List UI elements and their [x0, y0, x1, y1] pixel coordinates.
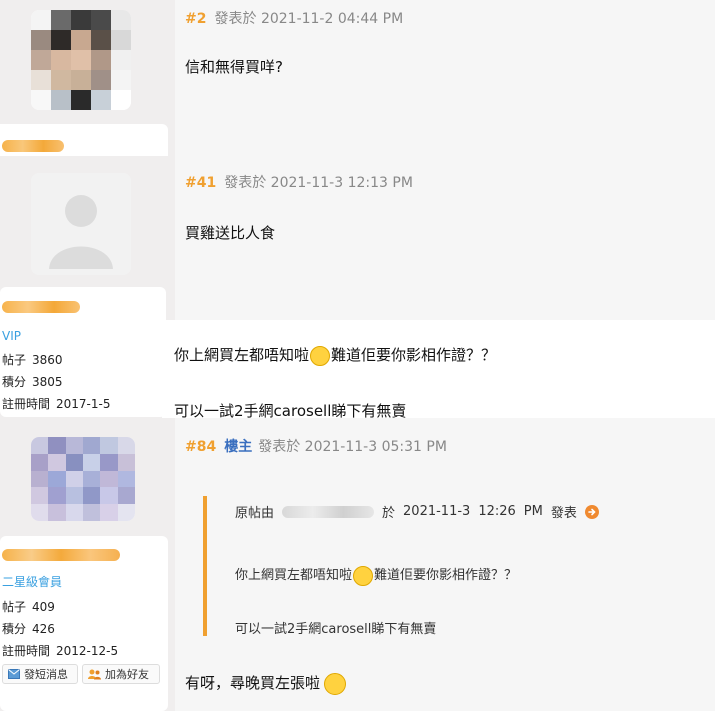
reply-content: 你上網買左都唔知啦 難道佢要你影相作證？？ 可以一試2手網carosell睇下有無… [162, 320, 715, 420]
post-number[interactable]: #2 [185, 11, 206, 27]
post-date: 2021-11-3 05:31 PM [304, 439, 447, 455]
laughing-emoji-icon [310, 345, 331, 366]
user-reg-date: 註冊時間 2017-1-5 [2, 397, 111, 411]
jump-to-post-icon[interactable] [584, 504, 599, 519]
thinking-emoji-icon [324, 672, 347, 695]
laughing-emoji-icon [353, 565, 374, 586]
quoted-username[interactable] [282, 505, 375, 518]
post: #41 發表於 2021-11-3 12:13 PM 買雞送比人食 [175, 160, 715, 320]
user-card: VIP 帖子 3860 積分 3805 註冊時間 2017-1-5 [0, 287, 166, 417]
add-friend-icon [88, 669, 101, 679]
user-card: 二星級會員 帖子 409 積分 426 註冊時間 2012-12-5 發短消息 加為好… [0, 536, 168, 711]
post: #2 發表於 2021-11-2 04:44 PM 信和無得買咩? [175, 0, 715, 160]
posted-label: 發表於 [258, 439, 301, 455]
quote-header: 原帖由 於 2021-11-3 12:26 PM 發表 [235, 502, 599, 521]
quote-line-2: 可以一試2手網carosell睇下有無賣 [235, 622, 437, 637]
avatar-pixelated-image [31, 10, 131, 110]
posted-label: 發表於 [224, 175, 267, 191]
quote-bar [203, 496, 207, 636]
post-number[interactable]: #84 [185, 439, 216, 455]
post-number[interactable]: #41 [185, 175, 216, 191]
quote-line-1: 你上網買左都唔知啦 難道佢要你影相作證？？ [235, 564, 517, 586]
default-user-icon [31, 173, 131, 275]
post-content: 信和無得買咩? [185, 58, 283, 76]
owner-badge: 樓主 [224, 439, 253, 455]
username[interactable] [2, 549, 120, 561]
user-points: 積分 426 [2, 622, 55, 636]
post-meta: #2 發表於 2021-11-2 04:44 PM [185, 8, 403, 28]
avatar[interactable] [31, 10, 131, 110]
envelope-icon [8, 669, 20, 679]
user-rank[interactable]: VIP [2, 329, 21, 343]
post-meta: #41 發表於 2021-11-3 12:13 PM [185, 172, 413, 192]
avatar-pixelated-image [31, 437, 135, 521]
post-date: 2021-11-2 04:44 PM [260, 11, 404, 27]
avatar[interactable] [31, 437, 135, 521]
user-card [0, 124, 168, 156]
username[interactable] [2, 301, 80, 313]
user-posts: 帖子 409 [2, 600, 55, 614]
user-reg-date: 註冊時間 2012-12-5 [2, 644, 119, 658]
post-date: 2021-11-3 12:13 PM [270, 175, 413, 191]
reply-line-1: 你上網買左都唔知啦 難道佢要你影相作證？？ [174, 345, 497, 366]
user-rank[interactable]: 二星級會員 [2, 573, 62, 590]
user-points: 積分 3805 [2, 375, 63, 389]
post: #84 樓主 發表於 2021-11-3 05:31 PM 原帖由 於 2021-1… [175, 418, 715, 711]
post-meta: #84 樓主 發表於 2021-11-3 05:31 PM [185, 436, 447, 456]
posted-label: 發表於 [214, 11, 257, 27]
add-friend-button[interactable]: 加為好友 [82, 664, 160, 684]
send-message-button[interactable]: 發短消息 [2, 664, 78, 684]
username[interactable] [2, 140, 64, 152]
avatar[interactable] [31, 173, 131, 275]
post-content: 有呀，尋晚買左張啦 [185, 672, 347, 695]
user-posts: 帖子 3860 [2, 353, 63, 367]
post-content: 買雞送比人食 [185, 224, 276, 242]
